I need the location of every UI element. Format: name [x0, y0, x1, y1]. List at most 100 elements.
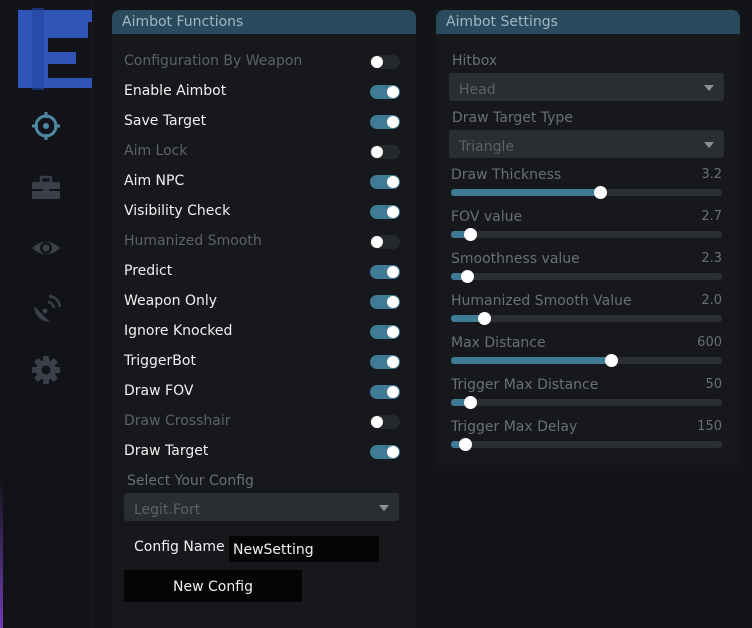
- slider-value: 600: [697, 335, 722, 350]
- toggle-knob: [387, 446, 399, 458]
- new-config-button[interactable]: New Config: [124, 570, 302, 602]
- toggle-knob: [387, 206, 399, 218]
- dropdown-value: Triangle: [459, 139, 514, 155]
- toggle-knob: [371, 56, 383, 68]
- toggle-switch[interactable]: [370, 265, 400, 279]
- toggle-row: Aim Lock: [124, 142, 400, 162]
- toggle-switch[interactable]: [370, 85, 400, 99]
- slider-value: 3.2: [701, 167, 722, 182]
- slider-thumb[interactable]: [594, 186, 607, 199]
- toggle-knob: [387, 296, 399, 308]
- toggle-label: Draw Target: [124, 443, 209, 459]
- slider-thumb[interactable]: [461, 270, 474, 283]
- toggle-knob: [387, 356, 399, 368]
- toggle-switch[interactable]: [370, 235, 400, 249]
- toggle-row: Ignore Knocked: [124, 322, 400, 342]
- slider-track[interactable]: [451, 186, 722, 199]
- slider-thumb[interactable]: [605, 354, 618, 367]
- slider-value: 2.0: [701, 293, 722, 308]
- toggle-row: TriggerBot: [124, 352, 400, 372]
- toggle-label: Draw FOV: [124, 383, 194, 399]
- slider-label: Humanized Smooth Value: [451, 293, 632, 309]
- slider-track[interactable]: [451, 396, 722, 409]
- hitbox-dropdown[interactable]: Head: [449, 73, 724, 101]
- slider-thumb[interactable]: [464, 228, 477, 241]
- slider-row: FOV value 2.7: [451, 209, 722, 251]
- toggle-row: Predict: [124, 262, 400, 282]
- toggle-label: Visibility Check: [124, 203, 231, 219]
- toggle-switch[interactable]: [370, 355, 400, 369]
- dropdown-value: Legit.Fort: [134, 502, 201, 518]
- slider-thumb[interactable]: [459, 438, 472, 451]
- dropdown-value: Head: [459, 82, 496, 98]
- toggle-row: Visibility Check: [124, 202, 400, 222]
- slider-label: Trigger Max Distance: [451, 377, 599, 393]
- toggle-switch[interactable]: [370, 55, 400, 69]
- slider-value: 150: [697, 419, 722, 434]
- slider-value: 2.3: [701, 251, 722, 266]
- slider-thumb[interactable]: [478, 312, 491, 325]
- toggle-knob: [371, 416, 383, 428]
- chevron-down-icon: [704, 85, 714, 91]
- toggle-knob: [371, 146, 383, 158]
- satellite-icon[interactable]: [30, 294, 62, 326]
- toggle-row: Aim NPC: [124, 172, 400, 192]
- draw-target-type-label: Draw Target Type: [452, 110, 573, 126]
- toggle-switch[interactable]: [370, 115, 400, 129]
- toggle-knob: [387, 86, 399, 98]
- toggle-knob: [387, 386, 399, 398]
- gear-icon[interactable]: [30, 354, 62, 386]
- toggle-label: Predict: [124, 263, 173, 279]
- chevron-down-icon: [704, 142, 714, 148]
- toggle-knob: [387, 266, 399, 278]
- slider-track[interactable]: [451, 312, 722, 325]
- toggle-row: Humanized Smooth: [124, 232, 400, 252]
- toggle-label: Aim Lock: [124, 143, 188, 159]
- select-config-dropdown[interactable]: Legit.Fort: [124, 493, 399, 521]
- toggle-row: Weapon Only: [124, 292, 400, 312]
- toggle-row: Draw FOV: [124, 382, 400, 402]
- slider-fill: [451, 357, 611, 364]
- toggle-switch[interactable]: [370, 295, 400, 309]
- toggle-row: Configuration By Weapon: [124, 52, 400, 72]
- toggle-switch[interactable]: [370, 325, 400, 339]
- slider-track[interactable]: [451, 270, 722, 283]
- toggle-label: Aim NPC: [124, 173, 185, 189]
- toggle-label: Draw Crosshair: [124, 413, 231, 429]
- toggle-switch[interactable]: [370, 175, 400, 189]
- edge-glow: [0, 478, 3, 628]
- slider-label: FOV value: [451, 209, 523, 225]
- slider-row: Trigger Max Delay 150: [451, 419, 722, 461]
- toggle-switch[interactable]: [370, 385, 400, 399]
- toggle-switch[interactable]: [370, 145, 400, 159]
- slider-row: Humanized Smooth Value 2.0: [451, 293, 722, 335]
- toggle-label: Configuration By Weapon: [124, 53, 303, 69]
- slider-row: Smoothness value 2.3: [451, 251, 722, 293]
- toggle-switch[interactable]: [370, 205, 400, 219]
- config-name-input[interactable]: [229, 536, 379, 562]
- toolbox-icon[interactable]: [30, 172, 62, 204]
- toggle-label: Enable Aimbot: [124, 83, 227, 99]
- config-name-label: Config Name: [134, 539, 225, 555]
- sidebar: [0, 0, 100, 628]
- toggle-label: Save Target: [124, 113, 207, 129]
- toggle-label: Ignore Knocked: [124, 323, 233, 339]
- eye-icon[interactable]: [30, 232, 62, 264]
- slider-track[interactable]: [451, 228, 722, 241]
- slider-value: 50: [705, 377, 722, 392]
- slider-row: Trigger Max Distance 50: [451, 377, 722, 419]
- slider-thumb[interactable]: [464, 396, 477, 409]
- slider-track[interactable]: [451, 354, 722, 367]
- toggle-knob: [371, 236, 383, 248]
- logo-icon: [18, 8, 100, 90]
- toggle-knob: [387, 326, 399, 338]
- slider-row: Max Distance 600: [451, 335, 722, 377]
- toggle-switch[interactable]: [370, 415, 400, 429]
- crosshair-icon[interactable]: [30, 110, 62, 142]
- toggle-row: Save Target: [124, 112, 400, 132]
- toggle-switch[interactable]: [370, 445, 400, 459]
- slider-track[interactable]: [451, 438, 722, 451]
- toggle-row: Enable Aimbot: [124, 82, 400, 102]
- toggle-label: Humanized Smooth: [124, 233, 262, 249]
- draw-target-type-dropdown[interactable]: Triangle: [449, 130, 724, 158]
